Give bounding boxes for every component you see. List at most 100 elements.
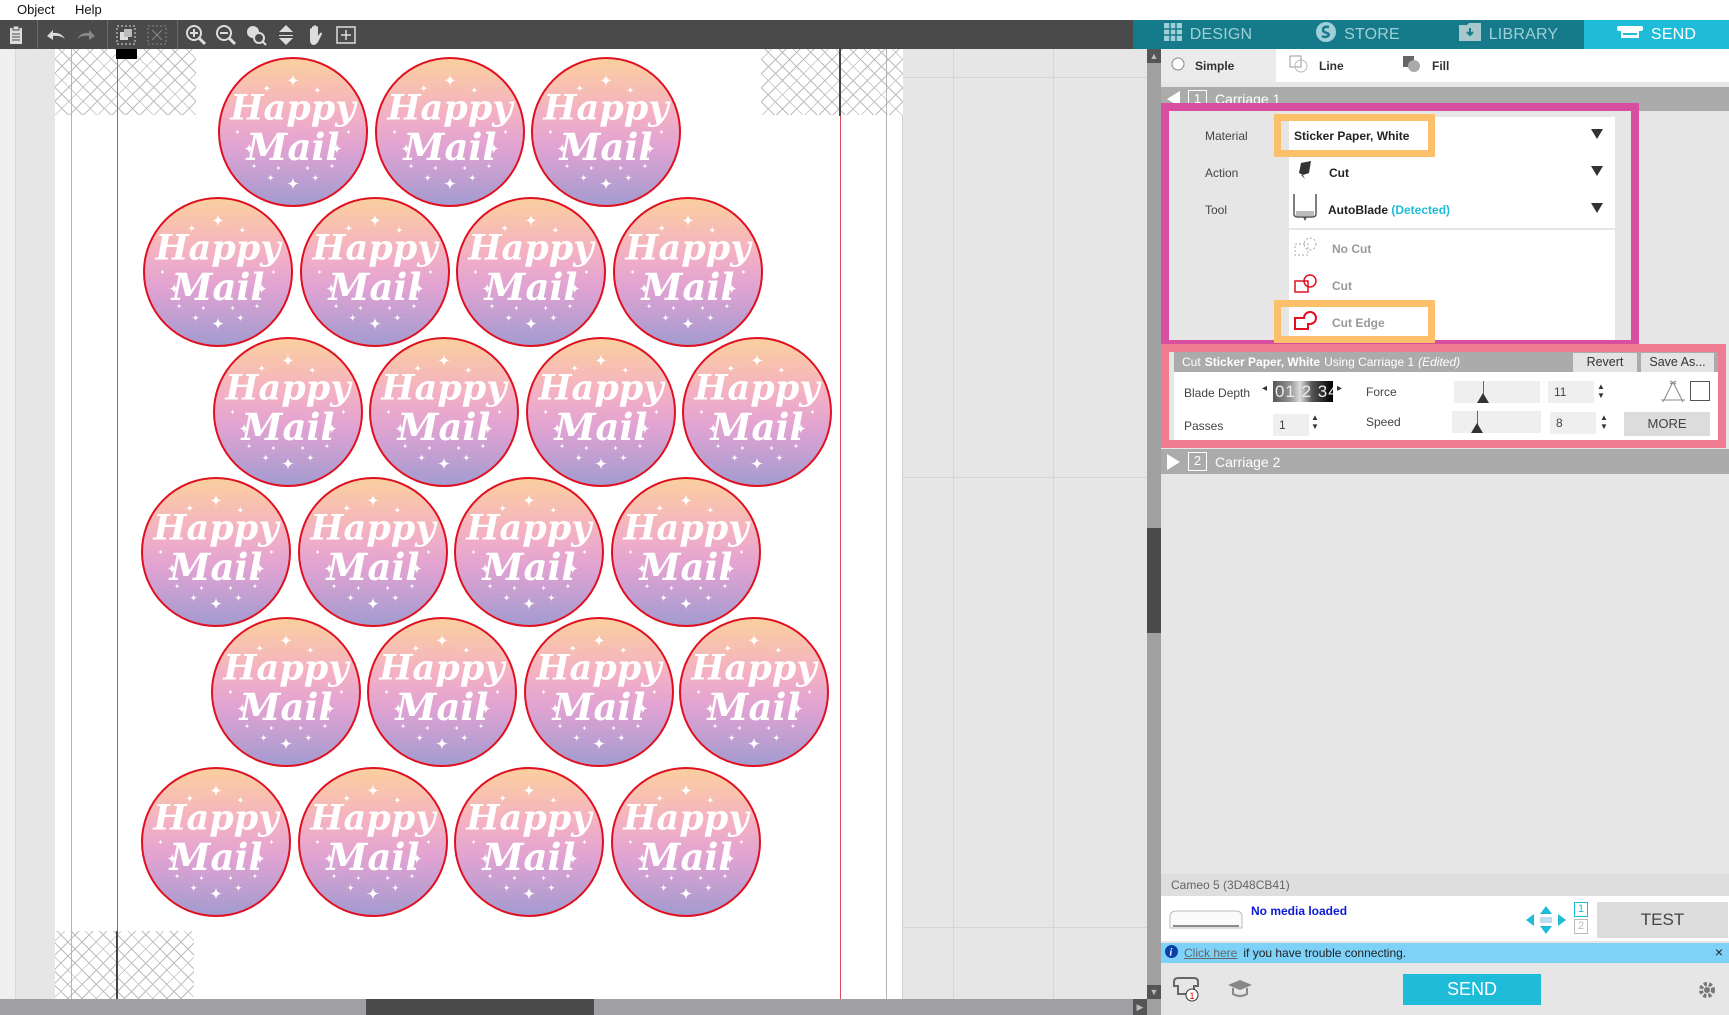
happy-mail-sticker[interactable]: Happy Mail: [298, 477, 448, 627]
registration-mark-top-right: [761, 49, 903, 115]
toolbar: [0, 20, 1133, 49]
clipboard-icon[interactable]: [4, 23, 28, 47]
sticker-text-happy: Happy: [229, 87, 358, 128]
expand-arrow-icon[interactable]: [1167, 453, 1180, 470]
carriage-1-indicator[interactable]: 1: [1574, 902, 1588, 917]
settings-gear-icon[interactable]: [1697, 980, 1717, 1003]
carriage-2-indicator[interactable]: 2: [1574, 919, 1588, 934]
trouble-connecting-link[interactable]: Click here: [1184, 946, 1237, 960]
media-status: No media loaded: [1251, 904, 1348, 918]
happy-mail-sticker[interactable]: Happy Mail: [141, 477, 291, 627]
svg-text:i: i: [1170, 948, 1173, 959]
tab-design[interactable]: DESIGN: [1133, 20, 1283, 49]
scroll-down-arrow-icon[interactable]: ▼: [1147, 985, 1161, 999]
carriage-2-header[interactable]: 2 Carriage 2: [1161, 449, 1729, 474]
pan-hand-icon[interactable]: [304, 23, 328, 47]
store-logo-icon: [1316, 22, 1337, 47]
sticker-text-mail: Mail: [483, 265, 578, 309]
happy-mail-sticker[interactable]: Happy Mail: [456, 197, 606, 347]
group-icon[interactable]: [114, 23, 138, 47]
cutter-icon: [1616, 24, 1643, 45]
happy-mail-sticker[interactable]: Happy Mail: [369, 337, 519, 487]
scroll-up-arrow-icon[interactable]: ▲: [1147, 49, 1161, 63]
main-tabs: DESIGN STORE LIBRARY SEND: [1133, 20, 1729, 49]
send-button[interactable]: SEND: [1403, 974, 1541, 1005]
sticker-text-mail: Mail: [394, 685, 489, 729]
happy-mail-sticker[interactable]: Happy Mail: [211, 617, 361, 767]
sticker-text-mail: Mail: [709, 405, 804, 449]
sticker-text-happy: Happy: [542, 87, 671, 128]
mode-line[interactable]: Line: [1281, 49, 1391, 82]
sticker-text-happy: Happy: [535, 647, 664, 688]
scroll-right-arrow-icon[interactable]: ▶: [1133, 999, 1147, 1015]
happy-mail-sticker[interactable]: Happy Mail: [213, 337, 363, 487]
fill-mode-icon: [1402, 55, 1422, 76]
happy-mail-sticker[interactable]: Happy Mail: [611, 477, 761, 627]
redo-icon[interactable]: [74, 23, 98, 47]
happy-mail-sticker[interactable]: Happy Mail: [300, 197, 450, 347]
canvas-left-margin: [0, 49, 16, 999]
zoom-selection-icon[interactable]: [244, 23, 268, 47]
sticker-text-happy: Happy: [222, 647, 351, 688]
mode-simple[interactable]: Simple: [1161, 49, 1276, 82]
vertical-scrollbar[interactable]: ▲ ▼: [1147, 49, 1161, 1015]
zoom-out-icon[interactable]: [214, 23, 238, 47]
happy-mail-sticker[interactable]: Happy Mail: [454, 767, 604, 917]
sticker-text-mail: Mail: [553, 405, 648, 449]
menu-bar: Object Help: [0, 0, 1729, 20]
tab-store[interactable]: STORE: [1283, 20, 1433, 49]
sticker-text-happy: Happy: [224, 367, 353, 408]
fit-page-icon[interactable]: [274, 23, 298, 47]
registration-square: [116, 49, 137, 59]
menu-help[interactable]: Help: [75, 2, 102, 17]
happy-mail-sticker[interactable]: Happy Mail: [613, 197, 763, 347]
happy-mail-sticker[interactable]: Happy Mail: [367, 617, 517, 767]
cut-border-right: [840, 49, 841, 999]
device-name[interactable]: Cameo 5 (3D48CB41): [1161, 874, 1729, 896]
zoom-in-icon[interactable]: [184, 23, 208, 47]
happy-mail-sticker[interactable]: Happy Mail: [682, 337, 832, 487]
happy-mail-sticker[interactable]: Happy Mail: [524, 617, 674, 767]
zoom-fit-icon[interactable]: [334, 23, 358, 47]
tab-send[interactable]: SEND: [1584, 20, 1729, 49]
happy-mail-sticker[interactable]: Happy Mail: [454, 477, 604, 627]
happy-mail-sticker[interactable]: Happy Mail: [611, 767, 761, 917]
vertical-scroll-thumb[interactable]: [1147, 528, 1161, 633]
sticker-text-mail: Mail: [238, 685, 333, 729]
sticker-text-mail: Mail: [327, 265, 422, 309]
highlight-material-value: [1274, 114, 1435, 157]
happy-mail-sticker[interactable]: Happy Mail: [531, 57, 681, 207]
sticker-text-happy: Happy: [309, 797, 438, 838]
happy-mail-sticker[interactable]: Happy Mail: [218, 57, 368, 207]
menu-object[interactable]: Object: [17, 2, 55, 17]
grid-icon: [1163, 23, 1182, 46]
happy-mail-sticker[interactable]: Happy Mail: [143, 197, 293, 347]
tutorial-cap-icon[interactable]: [1227, 978, 1253, 1003]
send-queue-icon[interactable]: 1: [1172, 976, 1202, 1005]
sticker-text-mail: Mail: [481, 835, 576, 879]
happy-mail-sticker[interactable]: Happy Mail: [679, 617, 829, 767]
design-canvas[interactable]: Happy Mail Happy Mail Happy Mail Happy M…: [0, 49, 1147, 999]
ungroup-icon[interactable]: [145, 23, 169, 47]
happy-mail-sticker[interactable]: Happy Mail: [375, 57, 525, 207]
happy-mail-sticker[interactable]: Happy Mail: [526, 337, 676, 487]
happy-mail-sticker[interactable]: Happy Mail: [141, 767, 291, 917]
close-info-icon[interactable]: ×: [1715, 944, 1723, 960]
sticker-text-happy: Happy: [624, 227, 753, 268]
sticker-text-mail: Mail: [168, 835, 263, 879]
sticker-text-happy: Happy: [154, 227, 283, 268]
sticker-text-mail: Mail: [481, 545, 576, 589]
tab-library[interactable]: LIBRARY: [1433, 20, 1584, 49]
test-button[interactable]: TEST: [1597, 902, 1728, 938]
connection-info-bar: i Click here if you have trouble connect…: [1161, 943, 1729, 963]
mode-fill[interactable]: Fill: [1394, 49, 1504, 82]
happy-mail-sticker[interactable]: Happy Mail: [298, 767, 448, 917]
undo-icon[interactable]: [44, 23, 68, 47]
sticker-text-happy: Happy: [622, 507, 751, 548]
sticker-text-mail: Mail: [325, 545, 420, 589]
sticker-text-happy: Happy: [622, 797, 751, 838]
horizontal-scrollbar[interactable]: ▶: [0, 999, 1147, 1015]
sticker-text-happy: Happy: [690, 647, 819, 688]
horizontal-scroll-thumb[interactable]: [366, 999, 594, 1015]
move-arrows-icon[interactable]: [1526, 906, 1566, 937]
